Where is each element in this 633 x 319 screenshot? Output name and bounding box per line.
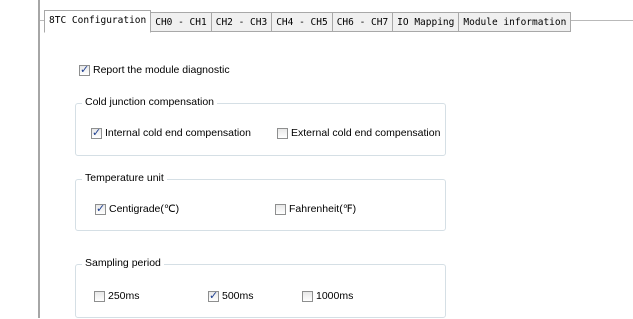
sampling-250ms-label: 250ms: [108, 290, 140, 302]
sampling-500ms-option[interactable]: 500ms: [208, 289, 254, 303]
sampling-250ms-checkbox[interactable]: [94, 290, 105, 302]
fahrenheit-option[interactable]: Fahrenheit(℉): [275, 202, 356, 216]
tab-ch6-ch7[interactable]: CH6 - CH7: [331, 12, 394, 32]
temperature-unit-title: Temperature unit: [82, 172, 167, 184]
tab-ch4-ch5[interactable]: CH4 - CH5: [271, 12, 333, 32]
sampling-1000ms-label: 1000ms: [316, 290, 354, 302]
sampling-1000ms-option[interactable]: 1000ms: [302, 289, 353, 303]
external-compensation-option[interactable]: External cold end compensation: [277, 126, 440, 140]
tab-ch2-ch3[interactable]: CH2 - CH3: [210, 12, 273, 32]
sampling-1000ms-checkbox[interactable]: [302, 290, 313, 302]
report-diagnostic-option[interactable]: Report the module diagnostic: [79, 63, 230, 77]
centigrade-checkbox[interactable]: [95, 202, 106, 215]
tab-8tc-configuration[interactable]: 8TC Configuration: [44, 10, 152, 33]
external-compensation-label: External cold end compensation: [291, 127, 441, 139]
fahrenheit-checkbox[interactable]: [275, 203, 286, 215]
sampling-500ms-checkbox[interactable]: [208, 289, 219, 302]
centigrade-label: Centigrade(℃): [109, 203, 180, 215]
sampling-period-title: Sampling period: [82, 257, 164, 269]
external-compensation-checkbox[interactable]: [277, 127, 288, 139]
internal-compensation-option[interactable]: Internal cold end compensation: [91, 126, 251, 140]
tab-module-information[interactable]: Module information: [458, 12, 572, 32]
report-diagnostic-checkbox[interactable]: [79, 63, 90, 76]
cold-junction-title: Cold junction compensation: [82, 96, 217, 108]
internal-compensation-label: Internal cold end compensation: [105, 127, 251, 139]
sampling-500ms-label: 500ms: [222, 290, 254, 302]
sampling-250ms-option[interactable]: 250ms: [94, 289, 140, 303]
tab-io-mapping[interactable]: IO Mapping: [392, 12, 460, 32]
fahrenheit-label: Fahrenheit(℉): [289, 203, 357, 215]
report-diagnostic-label: Report the module diagnostic: [93, 64, 230, 76]
internal-compensation-checkbox[interactable]: [91, 126, 102, 139]
tab-bar: 8TC Configuration CH0 - CH1 CH2 - CH3 CH…: [44, 10, 572, 33]
centigrade-option[interactable]: Centigrade(℃): [95, 202, 179, 216]
tab-ch0-ch1[interactable]: CH0 - CH1: [150, 12, 212, 32]
